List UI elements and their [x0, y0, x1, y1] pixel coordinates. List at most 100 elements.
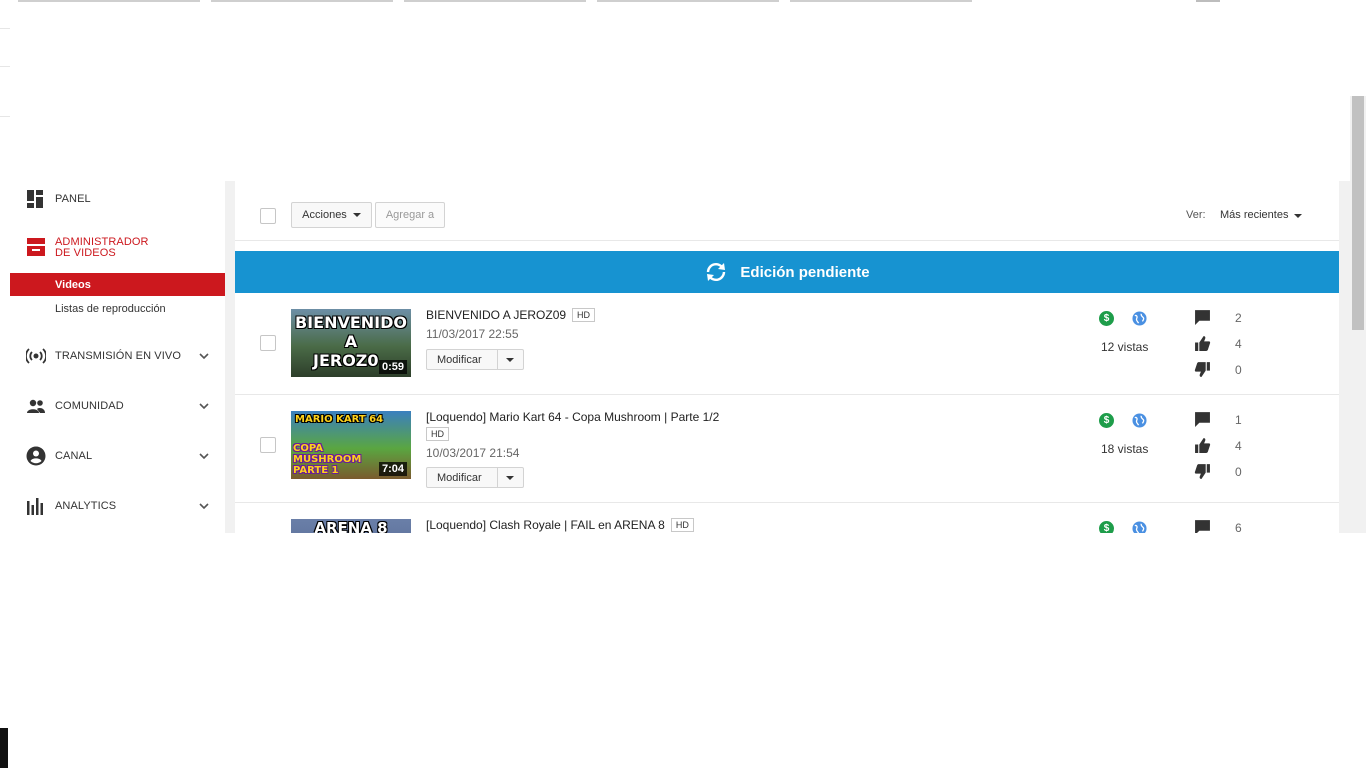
bar-chart-icon: [27, 498, 43, 515]
monetization-icon[interactable]: $: [1099, 521, 1114, 533]
edit-button[interactable]: Modificar: [426, 467, 524, 488]
table-row: ARENA 8 [Loquendo] Clash Royale | FAIL e…: [235, 503, 1339, 533]
video-title[interactable]: BIENVENIDO A JEROZ09 HD: [426, 308, 596, 322]
video-manager-icon: [27, 238, 45, 256]
caret-down-icon[interactable]: [506, 476, 514, 480]
chevron-down-icon[interactable]: [199, 451, 209, 461]
row-checkbox[interactable]: [260, 437, 276, 453]
add-to-label: Agregar a: [385, 209, 435, 221]
sidebar-item-label: ADMINISTRADOR DE VIDEOS: [55, 236, 149, 259]
tab-placeholder: [790, 0, 972, 2]
edit-button[interactable]: Modificar: [426, 349, 524, 370]
edit-label: Modificar: [437, 354, 482, 366]
hd-badge: HD: [572, 308, 596, 322]
edit-label: Modificar: [437, 472, 482, 484]
screen-edge: [0, 728, 8, 768]
thumbnail-text: COPA MUSHROOM PARTE 1: [293, 443, 362, 476]
sidebar-subitem-videos[interactable]: Videos: [10, 273, 225, 296]
sort-label: Más recientes: [1220, 209, 1289, 221]
chevron-down-icon[interactable]: [199, 501, 209, 511]
sidebar-item-label: ANALYTICS: [55, 500, 117, 512]
tab-placeholder: [18, 0, 200, 2]
broadcast-icon: [26, 348, 46, 364]
banner-text: Edición pendiente: [740, 263, 870, 281]
globe-icon[interactable]: [1132, 311, 1147, 326]
thumbnail-text: ARENA 8: [314, 519, 388, 533]
people-icon: [27, 399, 45, 413]
sort-dropdown[interactable]: Más recientes: [1220, 209, 1303, 221]
comments-count: 6: [1235, 521, 1242, 533]
tab-placeholder: [597, 0, 779, 2]
scrollbar-thumb[interactable]: [1352, 96, 1364, 330]
sidebar-item-label: CANAL: [55, 450, 93, 462]
sidebar-subitem-label: Listas de reproducción: [55, 303, 166, 315]
monetization-icon[interactable]: $: [1099, 311, 1114, 326]
sidebar-item-label: TRANSMISIÓN EN VIVO: [55, 350, 181, 362]
comment-icon[interactable]: [1194, 309, 1211, 326]
video-thumbnail[interactable]: BIENVENIDO A JEROZ0 0:59: [291, 309, 411, 377]
row-checkbox[interactable]: [260, 335, 276, 351]
sidebar-item-live[interactable]: TRANSMISIÓN EN VIVO: [10, 346, 225, 366]
globe-icon[interactable]: [1132, 413, 1147, 428]
caret-down-icon: [1294, 214, 1303, 218]
video-thumbnail[interactable]: MARIO KART 64 COPA MUSHROOM PARTE 1 7:04: [291, 411, 411, 479]
caret-down-icon[interactable]: [506, 358, 514, 362]
monetization-icon[interactable]: $: [1099, 413, 1114, 428]
divider: [0, 28, 10, 29]
video-title[interactable]: [Loquendo] Clash Royale | FAIL en ARENA …: [426, 518, 694, 532]
account-icon: [26, 446, 46, 466]
select-all-checkbox[interactable]: [260, 208, 276, 224]
globe-icon[interactable]: [1132, 521, 1147, 533]
sidebar-item-label: PANEL: [55, 193, 91, 205]
comment-icon[interactable]: [1194, 519, 1211, 533]
sidebar-item-label: COMUNIDAD: [55, 400, 124, 412]
video-thumbnail[interactable]: ARENA 8: [291, 519, 411, 533]
toolbar: Acciones Agregar a Ver: Más recientes: [235, 181, 1339, 241]
comment-icon[interactable]: [1194, 411, 1211, 428]
thumbs-up-icon[interactable]: [1194, 437, 1211, 454]
caret-down-icon: [352, 213, 361, 217]
sidebar-subitem-label: Videos: [55, 279, 91, 291]
likes-count: 4: [1235, 337, 1242, 351]
sidebar-item-video-manager[interactable]: ADMINISTRADOR DE VIDEOS: [10, 235, 225, 259]
actions-button[interactable]: Acciones: [291, 202, 372, 228]
tab-placeholder: [211, 0, 393, 2]
sidebar-item-analytics[interactable]: ANALYTICS: [10, 496, 225, 516]
divider: [0, 66, 10, 67]
tab-placeholder: [404, 0, 586, 2]
hd-badge: HD: [426, 427, 449, 441]
video-list-panel: Acciones Agregar a Ver: Más recientes Ed…: [235, 181, 1339, 533]
sidebar: PANEL ADMINISTRADOR DE VIDEOS Videos Lis…: [10, 181, 225, 533]
tab-placeholder: [1196, 0, 1220, 2]
table-row: BIENVENIDO A JEROZ0 0:59 BIENVENIDO A JERO…: [235, 293, 1339, 395]
sidebar-item-community[interactable]: COMUNIDAD: [10, 396, 225, 416]
pending-edit-banner[interactable]: Edición pendiente: [235, 251, 1339, 293]
scrollbar[interactable]: [1350, 96, 1366, 533]
video-date: 11/03/2017 22:55: [426, 327, 519, 341]
actions-label: Acciones: [302, 209, 347, 221]
chevron-down-icon[interactable]: [199, 351, 209, 361]
video-title[interactable]: [Loquendo] Mario Kart 64 - Copa Mushroom…: [426, 410, 719, 424]
sidebar-item-panel[interactable]: PANEL: [10, 189, 225, 209]
thumbnail-text: MARIO KART 64: [295, 414, 384, 425]
video-date: 10/03/2017 21:54: [426, 446, 520, 460]
comments-count: 1: [1235, 413, 1242, 427]
sidebar-subitem-playlists[interactable]: Listas de reproducción: [10, 297, 225, 320]
add-to-button[interactable]: Agregar a: [375, 202, 445, 228]
views-count: 18 vistas: [1101, 442, 1149, 456]
duration-badge: 0:59: [378, 360, 407, 374]
top-strip: [0, 0, 1366, 4]
sync-icon: [707, 263, 726, 281]
dislikes-count: 0: [1235, 465, 1242, 479]
thumbs-down-icon[interactable]: [1194, 463, 1211, 480]
likes-count: 4: [1235, 439, 1242, 453]
dashboard-icon: [27, 190, 43, 208]
hd-badge: HD: [670, 518, 694, 532]
sidebar-item-channel[interactable]: CANAL: [10, 446, 225, 466]
thumbs-down-icon[interactable]: [1194, 361, 1211, 378]
thumbs-up-icon[interactable]: [1194, 335, 1211, 352]
dislikes-count: 0: [1235, 363, 1242, 377]
view-label: Ver:: [1186, 209, 1206, 221]
duration-badge: 7:04: [378, 462, 407, 476]
chevron-down-icon[interactable]: [199, 401, 209, 411]
